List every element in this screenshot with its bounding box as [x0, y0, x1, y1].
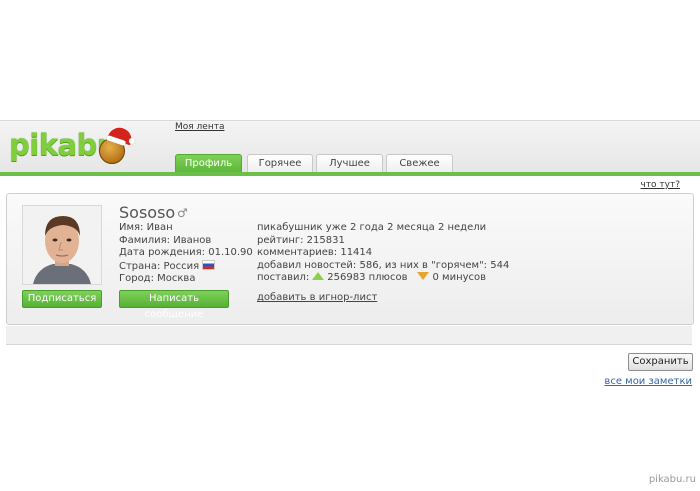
tab-hot[interactable]: Горячее: [247, 154, 313, 172]
stat-news-added: добавил новостей: 586, из них в "горячем…: [257, 259, 510, 271]
add-to-ignore-link[interactable]: добавить в игнор-лист: [257, 292, 377, 303]
tab-best[interactable]: Лучшее: [316, 154, 383, 172]
info-name: Имя: Иван: [119, 222, 173, 233]
personal-info: Имя: Иван Фамилия: Иванов Дата рождения:…: [119, 222, 253, 286]
plus-arrow-icon: [312, 272, 325, 280]
stat-minuses: 0 минусов: [432, 272, 487, 283]
tab-fresh[interactable]: Свежее: [386, 154, 453, 172]
stat-member-since: пикабушник уже 2 года 2 месяца 2 недели: [257, 222, 487, 233]
my-feed-link[interactable]: Моя лента: [175, 122, 224, 132]
male-symbol-icon: ♂: [177, 206, 188, 220]
info-country: Страна: Россия: [119, 260, 200, 272]
username: Sososo: [119, 203, 176, 222]
save-button[interactable]: Сохранить: [628, 353, 693, 371]
tab-profile[interactable]: Профиль: [175, 154, 242, 172]
minus-arrow-icon: [417, 272, 430, 280]
stats-info: пикабушник уже 2 года 2 месяца 2 недели …: [257, 222, 509, 285]
stat-voted-label: поставил:: [257, 272, 310, 283]
what-is-here-link[interactable]: что тут?: [640, 180, 680, 190]
info-surname: Фамилия: Иванов: [119, 234, 212, 246]
avatar: [22, 205, 102, 285]
page: pikabu Моя лента Профиль Горячее Лучшее …: [0, 0, 700, 491]
stat-pluses: 256983 плюсов: [327, 272, 408, 283]
info-city: Город: Москва: [119, 273, 196, 284]
santa-hat-pompom: [129, 138, 135, 144]
stat-votes-row: поставил: 256983 плюсов 0 минусов: [257, 272, 509, 285]
subscribe-button[interactable]: Подписаться: [22, 290, 102, 308]
notes-area[interactable]: [6, 326, 692, 345]
header-green-line: [0, 172, 700, 176]
info-country-row: Страна: Россия: [119, 259, 253, 274]
info-birthdate: Дата рождения: 01.10.90: [119, 247, 253, 258]
russia-flag-icon: [202, 259, 216, 270]
write-message-button[interactable]: Написать сообщение: [119, 290, 229, 320]
watermark: pikabu.ru: [648, 474, 696, 485]
stat-rating: рейтинг: 215831: [257, 234, 345, 246]
avatar-photo: [23, 206, 101, 284]
pikabu-logo[interactable]: pikabu: [9, 124, 135, 164]
all-notes-link[interactable]: все мои заметки: [604, 376, 692, 387]
profile-panel: Подписаться Написать сообщение Sososo ♂ …: [6, 193, 694, 325]
stat-comments: комментариев: 11414: [257, 247, 373, 258]
